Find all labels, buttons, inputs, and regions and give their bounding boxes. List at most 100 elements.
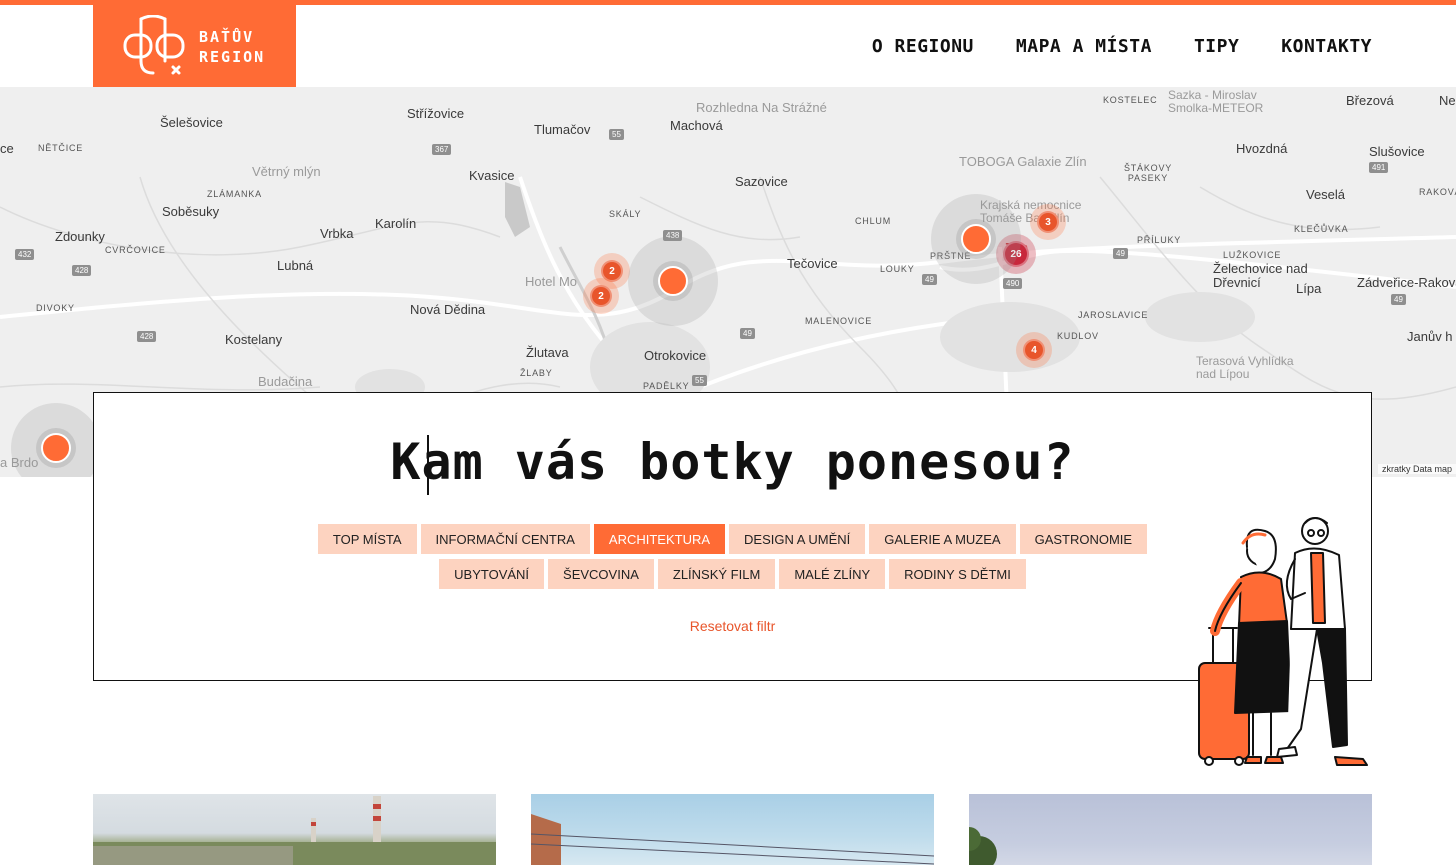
nav-item-mapa-a-mista[interactable]: MAPA A MÍSTA [1016,36,1152,57]
map-place: LOUKY [880,264,915,274]
map-cluster-marker[interactable]: 3 [1030,204,1066,240]
map-place: Střížovice [407,106,465,121]
category-chip-zlinsky-film[interactable]: ZLÍNSKÝ FILM [657,559,776,589]
main-nav: O REGIONU MAPA A MÍSTA TIPY KONTAKTY [872,36,1372,57]
cluster-count: 4 [1023,339,1045,361]
category-chip-design-a-umeni[interactable]: DESIGN A UMĚNÍ [729,524,866,554]
map-place: Kostelany [225,332,283,347]
logo-text-line1: BAŤŮV [199,28,255,46]
road-number: 55 [609,129,624,140]
road-number: 49 [740,328,755,339]
map-attribution[interactable]: zkratky Data map [1377,464,1456,474]
map-place: CHLUM [855,216,892,226]
map-place: CVRČOVICE [105,245,166,255]
road-number: 367 [432,144,452,155]
road-number: 490 [1003,278,1023,289]
map-place: Vrbka [320,226,354,241]
category-chips: TOP MÍSTA INFORMAČNÍ CENTRA ARCHITEKTURA… [94,524,1371,589]
map-poi: TOBOGA Galaxie Zlín [959,154,1087,169]
category-chip-ubytovani[interactable]: UBYTOVÁNÍ [439,559,545,589]
map-place: Lípa [1296,281,1322,296]
category-chip-sevcovina[interactable]: ŠEVCOVINA [548,559,654,589]
map-place: Kvasice [469,168,515,183]
map-poi: Sazka - Miroslav Smolka-METEOR [1168,88,1264,115]
logo-mark-icon [123,15,185,75]
map-place: Veselá [1306,187,1346,202]
category-filter-panel: Kam vás botky ponesou? TOP MÍSTA INFORMA… [93,392,1372,681]
map-place: Tečovice [787,256,838,271]
map-place: Ne [1439,93,1456,108]
road-number: 428 [72,265,92,276]
map-place: Nová Dědina [410,302,486,317]
chimney-photo [93,796,496,865]
map-place: ce [0,141,14,156]
category-chip-male-zliny[interactable]: MALÉ ZLÍNY [779,559,886,589]
map-cluster-marker[interactable]: 4 [1016,332,1052,368]
category-chip-rodiny-s-detmi[interactable]: RODINY S DĚTMI [889,559,1026,589]
map-place: ZLÁMANKA [207,189,262,199]
map-poi: Hotel Mo [525,274,578,289]
road-number: 49 [1113,248,1128,259]
map-poi: Budačina [258,374,313,389]
logo-text-line2: REGION [199,48,266,66]
nav-item-o-regionu[interactable]: O REGIONU [872,36,974,57]
road-number: 49 [1391,294,1406,305]
map-cluster-marker[interactable]: 2 [583,278,619,314]
map-place: Březová [1346,93,1394,108]
map-place: Šelešovice [160,115,223,130]
map-place: Tlumačov [534,122,591,137]
map-place: Slušovice [1369,144,1425,159]
map-place: Lubná [277,258,314,273]
map-place: ŠTÁKOVY PASEKY [1123,163,1173,183]
category-chip-top-mista[interactable]: TOP MÍSTA [317,524,417,554]
map-place: KOSTELEC [1103,95,1158,105]
map-place: Soběsuky [162,204,220,219]
map-place: Hvozdná [1236,141,1288,156]
map-place: PŘÍLUKY [1137,235,1182,245]
map-place: Žlutava [526,345,569,360]
road-number: 432 [15,249,35,260]
map-place: MALENOVICE [805,316,873,326]
map-place: SKÁLY [609,209,642,219]
map-place: DIVOKY [36,303,75,313]
site-logo[interactable]: BAŤŮV REGION [93,5,296,88]
category-chip-architektura[interactable]: ARCHITEKTURA [593,524,726,554]
reset-filter-link[interactable]: Resetovat filtr [94,618,1371,634]
map-place: KUDLOV [1057,331,1099,341]
map-place: ŽLABY [520,368,553,378]
map-place: Zádveřice-Rakova [1357,275,1456,290]
tree-photo [969,827,997,865]
cluster-count: 2 [590,285,612,307]
map-place: Machová [670,118,723,133]
map-place: KLEČŮVKA [1294,224,1349,234]
road-number: 55 [692,375,707,386]
map-poi: Větrný mlýn [252,164,321,179]
map-place: NĚTČICE [38,143,84,153]
map-poi: Terasová Vyhlídka nad Lípou [1196,354,1294,381]
building-photo [531,814,934,865]
category-chip-galerie-a-muzea[interactable]: GALERIE A MUZEA [869,524,1016,554]
map-poi: Rozhledna Na Strážné [696,100,827,115]
road-number: 491 [1369,162,1389,173]
place-card-image[interactable] [531,794,934,865]
road-number: 49 [922,274,937,285]
nav-item-tipy[interactable]: TIPY [1194,36,1239,57]
category-chip-gastronomie[interactable]: GASTRONOMIE [1019,524,1148,554]
place-card-image[interactable] [969,794,1372,865]
site-header: BAŤŮV REGION O REGIONU MAPA A MÍSTA TIPY… [0,5,1456,88]
nav-item-kontakty[interactable]: KONTAKTY [1281,36,1372,57]
category-chip-informacni-centra[interactable]: INFORMAČNÍ CENTRA [420,524,590,554]
map-place: JAROSLAVICE [1078,310,1149,320]
page-headline: Kam vás botky ponesou? [390,433,1075,491]
road-number: 428 [137,331,157,342]
map-location-marker[interactable] [628,236,718,326]
map-place: Otrokovice [644,348,707,363]
travelers-illustration [1198,517,1368,766]
map-place: Sazovice [735,174,788,189]
map-location-marker[interactable] [931,194,1021,284]
place-card-image[interactable] [93,794,496,865]
cluster-count: 3 [1037,211,1059,233]
map-place: Zdounky [55,229,105,244]
map-place: LUŽKOVICE [1223,250,1282,260]
map-place: Karolín [375,216,417,231]
